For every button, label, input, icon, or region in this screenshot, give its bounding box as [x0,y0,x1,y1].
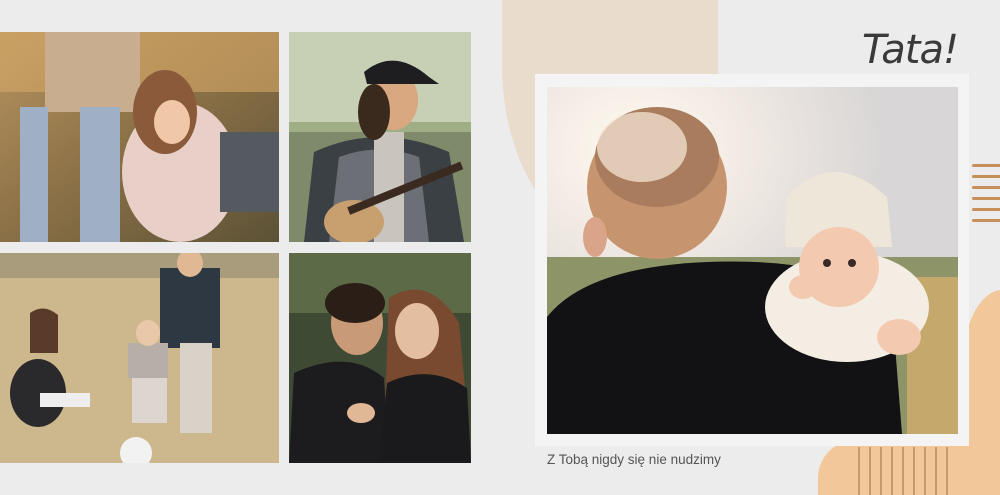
page-title: Tata! [862,27,959,73]
photo-child-playing[interactable] [0,253,279,463]
photo-guitar-man[interactable] [289,32,471,242]
photo-couple[interactable] [289,253,471,463]
decorative-vertical-stripes [858,447,950,495]
photo-caption: Z Tobą nigdy się nie nudzimy [547,452,721,467]
photo-father-baby[interactable] [547,87,958,434]
photo-family-walk[interactable] [0,32,279,242]
decorative-horizontal-stripes [972,164,1000,256]
